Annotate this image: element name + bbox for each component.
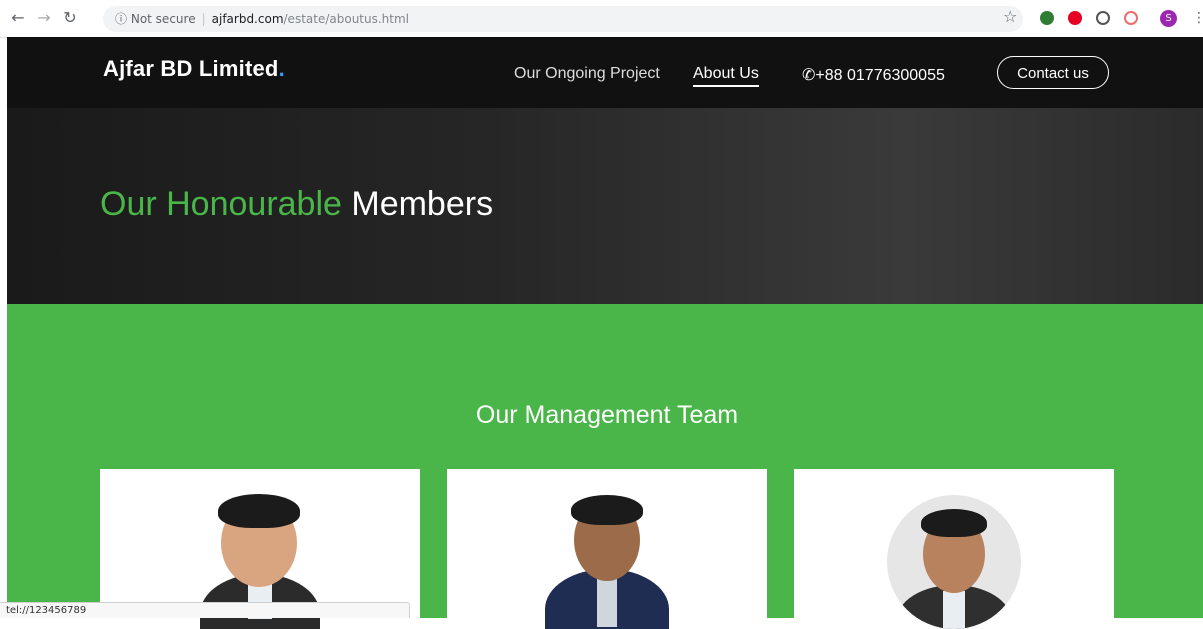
status-bar-link-preview: tel://123456789 <box>0 602 410 618</box>
site-logo[interactable]: Ajfar BD Limited. <box>103 56 285 82</box>
back-icon[interactable]: ← <box>8 8 28 28</box>
member-photo <box>887 495 1021 629</box>
nav-about-us[interactable]: About Us <box>693 65 759 87</box>
contact-us-button[interactable]: Contact us <box>997 56 1109 89</box>
phone-link[interactable]: ✆+88 01776300055 <box>802 65 945 85</box>
browser-toolbar: ← → ↻ ⓘ Not secure | ajfarbd.com/estate/ab… <box>0 0 1203 38</box>
team-member-card[interactable] <box>447 469 767 629</box>
url-path: /estate/aboutus.html <box>283 12 410 26</box>
hero-banner: Our Honourable Members <box>7 108 1203 304</box>
address-bar[interactable]: ⓘ Not secure | ajfarbd.com/estate/aboutus.… <box>103 6 1203 32</box>
nav-ongoing-project[interactable]: Our Ongoing Project <box>514 65 660 83</box>
reload-icon[interactable]: ↻ <box>60 8 80 28</box>
security-label: Not secure <box>130 12 196 26</box>
phone-icon: ✆ <box>802 67 816 84</box>
pinterest-icon[interactable] <box>1068 11 1082 25</box>
site-header: Ajfar BD Limited. Our Ongoing Project Ab… <box>7 37 1203 108</box>
forward-icon[interactable]: → <box>34 8 54 28</box>
extension-red-icon[interactable] <box>1124 11 1138 25</box>
bookmark-star-icon[interactable]: ☆ <box>1003 7 1017 26</box>
info-icon[interactable]: ⓘ <box>115 12 127 26</box>
team-title: Our Management Team <box>475 401 739 429</box>
hero-title: Our Honourable Members <box>100 185 494 223</box>
team-member-card[interactable] <box>794 469 1114 629</box>
url-host: ajfarbd.com <box>211 12 284 26</box>
member-photo <box>447 469 767 629</box>
menu-kebab-icon[interactable]: ⋮ <box>1192 10 1203 26</box>
website: Ajfar BD Limited. Our Ongoing Project Ab… <box>7 37 1203 629</box>
extension-globe-icon[interactable] <box>1040 11 1054 25</box>
profile-avatar[interactable]: S <box>1160 10 1177 27</box>
management-team-section: Our Management Team <box>7 304 1203 629</box>
block-extension-icon[interactable] <box>1096 11 1110 25</box>
